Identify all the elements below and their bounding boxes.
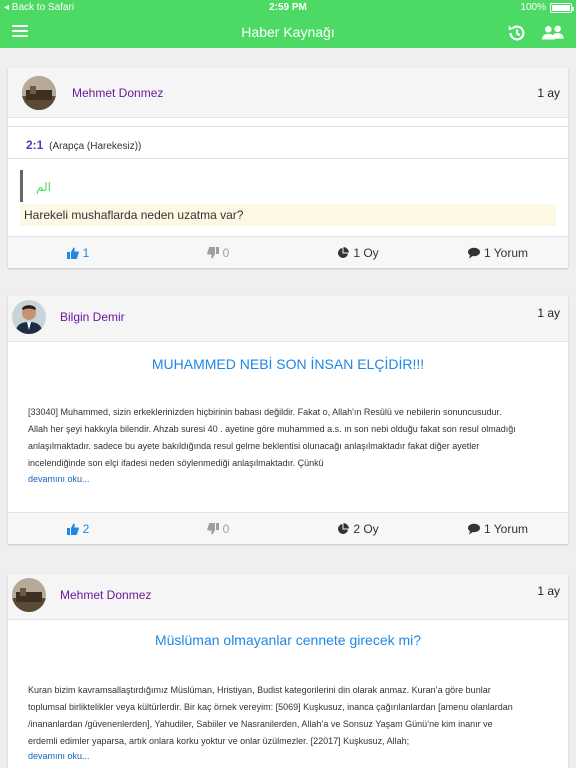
like-button[interactable]: 2 [8,513,148,545]
post-body: [33040] Muhammed, sizin erkeklerinizden … [28,404,548,472]
body-line: anlaşılmaktadır. sadece bu ayete bakıldı… [28,441,480,451]
action-bar: 2 0 2 Oy 1 Yorum [8,512,568,544]
like-button[interactable]: 1 [8,237,148,269]
body-line: /inananlardan /güvenenlerden], Yahudiler… [28,719,493,729]
divider [8,126,568,127]
post-card: Mehmet Donmez 1 ay Müslüman olmayanlar c… [8,574,568,768]
thumbs-up-icon [66,523,79,535]
post-time: 1 ay [537,584,560,598]
verse-reference[interactable]: 2:1 (Arapça (Harekesiz)) [26,138,141,152]
read-more-link[interactable]: devamını oku... [28,751,90,761]
battery-fill [552,4,570,11]
post-time: 1 ay [537,86,560,100]
thumbs-down-icon [206,247,219,259]
battery-percent: 100% [520,2,546,13]
dislike-button[interactable]: 0 [148,513,288,545]
dislike-count: 0 [222,246,230,260]
like-count: 2 [82,522,90,536]
post-card: Mehmet Donmez 1 ay 2:1 (Arapça (Harekesi… [8,68,568,268]
body-line: [33040] Muhammed, sizin erkeklerinizden … [28,407,502,417]
comment-count: 1 Yorum [483,522,529,536]
post-header: Mehmet Donmez 1 ay [8,574,568,620]
verse-number: 2:1 [26,138,44,152]
body-line: Kuran bizim kavramsallaştırdığımız Müslü… [28,685,491,695]
history-icon[interactable] [506,22,528,44]
arabic-text: الم [36,180,51,194]
page-title: Haber Kaynağı [241,24,335,40]
votes-button[interactable]: 2 Oy [288,513,428,545]
vote-count: 2 Oy [353,522,379,536]
dislike-count: 0 [222,522,230,536]
post-title[interactable]: Müslüman olmayanlar cennete girecek mi? [8,632,568,648]
avatar[interactable] [12,578,46,612]
author-name[interactable]: Mehmet Donmez [60,588,151,602]
post-time: 1 ay [537,306,560,320]
body-line: Allah her şeyi hakkıyla bilendir. Ahzab … [28,424,516,434]
vote-count: 1 Oy [353,246,379,260]
post-header: Bilgin Demir 1 ay [8,296,568,342]
comments-button[interactable]: 1 Yorum [428,237,568,269]
status-bar: ◂ Back to Safari 2:59 PM 100% [0,0,576,16]
body-line: erdemli edimler yaparsa, artık onlara ko… [28,736,410,746]
battery-icon [550,2,574,13]
dislike-button[interactable]: 0 [148,237,288,269]
author-name[interactable]: Mehmet Donmez [72,86,163,100]
verse-quote: الم Harekeli mushaflarda neden uzatma va… [20,170,556,228]
avatar[interactable] [22,76,56,110]
comment-count: 1 Yorum [483,246,529,260]
divider [8,158,568,159]
avatar[interactable] [12,300,46,334]
post-title[interactable]: MUHAMMED NEBİ SON İNSAN ELÇİDİR!!! [8,356,568,372]
verse-note: (Arapça (Harekesiz)) [49,141,142,152]
question-text: Harekeli mushaflarda neden uzatma var? [20,204,556,226]
post-header: Mehmet Donmez 1 ay [8,68,568,118]
read-more-link[interactable]: devamını oku... [28,474,90,484]
comments-button[interactable]: 1 Yorum [428,513,568,545]
thumbs-down-icon [206,523,219,535]
quote-bar [20,170,23,202]
body-line: incelendiğinde son elçi ifadesi neden sö… [28,458,324,468]
author-name[interactable]: Bilgin Demir [60,310,125,324]
pie-chart-icon [338,523,350,534]
status-right: 100% [520,2,574,13]
navbar: Haber Kaynağı [0,16,576,48]
thumbs-up-icon [66,247,79,259]
status-time: 2:59 PM [269,2,307,13]
like-count: 1 [82,246,90,260]
post-card: Bilgin Demir 1 ay MUHAMMED NEBİ SON İNSA… [8,296,568,544]
pie-chart-icon [338,247,350,258]
users-icon[interactable] [540,23,566,43]
post-body: Kuran bizim kavramsallaştırdığımız Müslü… [28,682,548,750]
comment-icon [467,523,480,535]
votes-button[interactable]: 1 Oy [288,237,428,269]
comment-icon [467,247,480,259]
body-line: toplumsal birliktelikler veya kültürlerd… [28,702,513,712]
action-bar: 1 0 1 Oy 1 Yorum [8,236,568,268]
